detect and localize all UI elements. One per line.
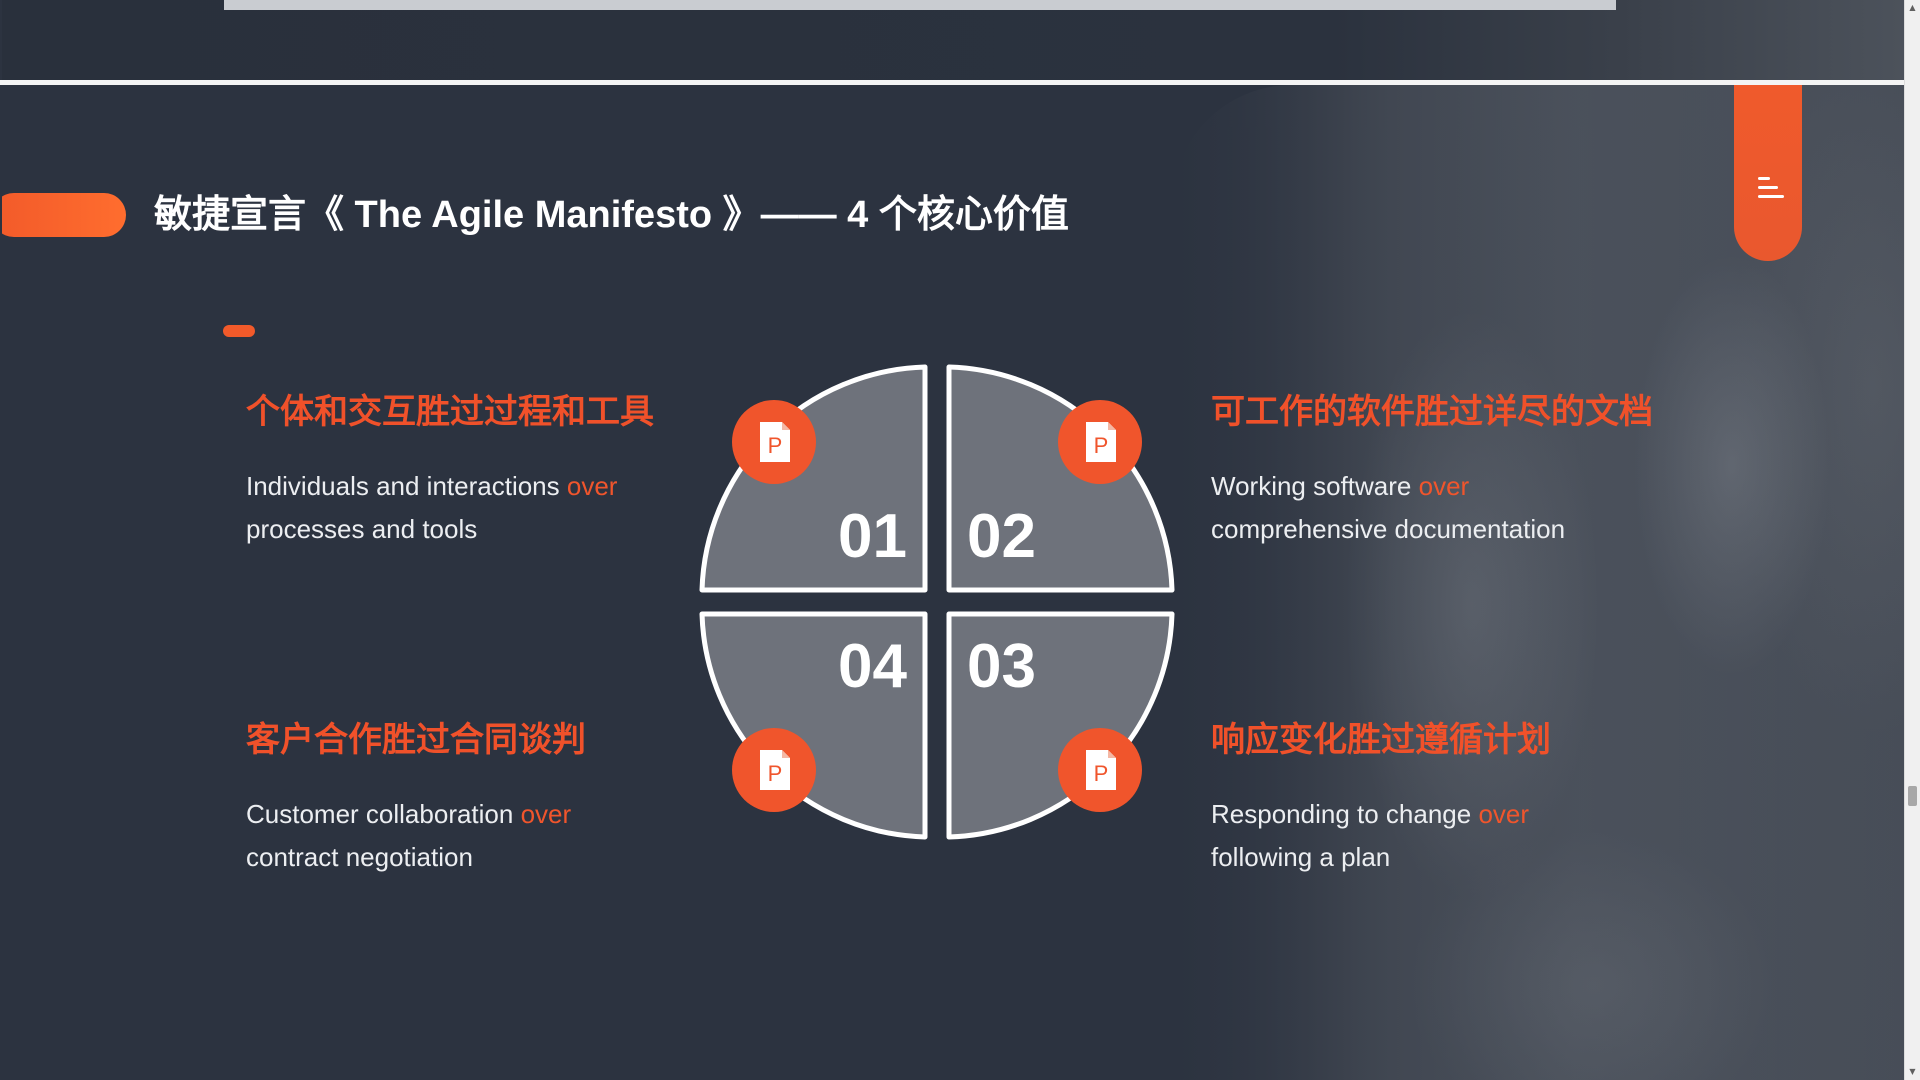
slide-title: 敏捷宣言《 The Agile Manifesto 》—— 4 个核心价值: [154, 194, 1069, 236]
value-desc-left: Individuals and interactions: [246, 471, 560, 501]
value-desc-right: following a plan: [1211, 842, 1391, 872]
scroll-up-arrow[interactable]: ▲: [1905, 0, 1920, 16]
value-desc-right: processes and tools: [246, 514, 478, 544]
value-title-cn: 可工作的软件胜过详尽的文档: [1211, 393, 1653, 431]
ppt-file-icon: P: [732, 728, 816, 812]
ppt-file-icon: P: [1058, 400, 1142, 484]
ppt-file-icon: P: [1058, 728, 1142, 812]
value-desc-left: Customer collaboration: [246, 799, 514, 829]
quadrant-number-02: 02: [967, 502, 1036, 571]
previous-slide-strip: [2, 0, 1904, 80]
quadrant-diagram: 01 02 04 03 P P P P: [692, 357, 1182, 847]
value-title-cn: 个体和交互胜过过程和工具: [246, 393, 654, 431]
value-desc-right: comprehensive documentation: [1211, 514, 1566, 544]
value-desc-over: over: [520, 799, 572, 829]
quadrant-svg: 01 02 04 03 P P P P: [699, 364, 1175, 840]
value-title-cn: 客户合作胜过合同谈判: [246, 721, 586, 759]
vertical-scrollbar[interactable]: ▲ ▼: [1904, 0, 1920, 1080]
quadrant-number-04: 04: [838, 632, 907, 701]
value-item-03: 响应变化胜过遵循计划 Responding to change over fol…: [1211, 717, 1731, 879]
ppt-file-icon: P: [732, 400, 816, 484]
value-item-04: 客户合作胜过合同谈判 Customer collaboration over c…: [246, 717, 766, 879]
value-item-01: 个体和交互胜过过程和工具 Individuals and interaction…: [246, 389, 766, 551]
value-desc-en: Individuals and interactions over proces…: [246, 465, 766, 551]
svg-text:P: P: [1094, 761, 1109, 786]
value-desc-over: over: [1478, 799, 1530, 829]
value-desc-right: contract negotiation: [246, 842, 473, 872]
scroll-down-arrow[interactable]: ▼: [1905, 1064, 1920, 1080]
presentation-viewport: 敏捷宣言《 The Agile Manifesto 》—— 4 个核心价值 个体…: [0, 0, 1904, 1080]
title-accent-pill: [2, 193, 126, 237]
svg-text:P: P: [1094, 433, 1109, 458]
value-desc-over: over: [566, 471, 618, 501]
previous-slide-top-bar: [224, 0, 1616, 10]
value-desc-over: over: [1418, 471, 1470, 501]
value-title-cn: 响应变化胜过遵循计划: [1211, 721, 1551, 759]
quadrant-number-03: 03: [967, 632, 1036, 701]
svg-text:P: P: [768, 433, 783, 458]
value-item-02: 可工作的软件胜过详尽的文档 Working software over comp…: [1211, 389, 1731, 551]
svg-text:P: P: [768, 761, 783, 786]
agile-manifesto-slide: 敏捷宣言《 The Agile Manifesto 》—— 4 个核心价值 个体…: [2, 85, 1904, 1080]
value-desc-left: Responding to change: [1211, 799, 1472, 829]
hamburger-menu-icon[interactable]: [1756, 177, 1784, 201]
section-accent-dash: [223, 325, 255, 337]
value-desc-left: Working software: [1211, 471, 1412, 501]
scroll-thumb[interactable]: [1908, 786, 1917, 806]
menu-tab[interactable]: [1734, 85, 1802, 261]
value-desc-en: Responding to change over following a pl…: [1211, 793, 1731, 879]
quadrant-number-01: 01: [838, 502, 907, 571]
value-desc-en: Working software over comprehensive docu…: [1211, 465, 1731, 551]
value-desc-en: Customer collaboration over contract neg…: [246, 793, 766, 879]
